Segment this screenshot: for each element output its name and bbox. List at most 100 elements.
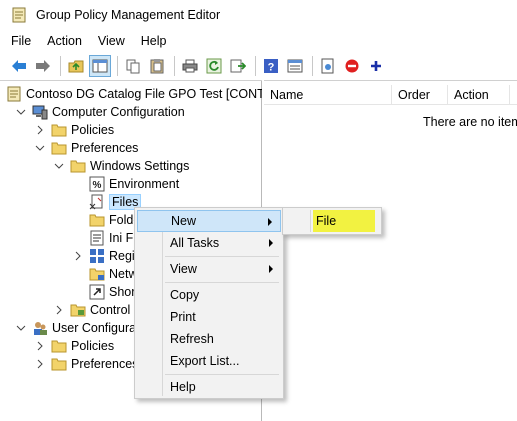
tree-node-environment[interactable]: % Environment bbox=[89, 175, 179, 193]
list-header: Name Order Action bbox=[264, 84, 517, 105]
tree-node-registry[interactable]: Regis bbox=[73, 247, 141, 265]
collapse-chevron-icon[interactable] bbox=[35, 143, 45, 153]
expand-chevron-icon[interactable] bbox=[73, 251, 83, 261]
new-submenu: File bbox=[282, 207, 382, 235]
column-header-action[interactable]: Action bbox=[448, 84, 510, 105]
title-bar: Group Policy Management Editor bbox=[0, 0, 517, 30]
menu-item-copy[interactable]: Copy bbox=[137, 284, 281, 306]
network-share-icon bbox=[89, 266, 105, 282]
block-button[interactable] bbox=[341, 55, 363, 77]
tree-node-label: Shor bbox=[109, 285, 136, 299]
print-icon bbox=[182, 59, 198, 72]
tree-node-control-panel-settings[interactable]: Control bbox=[54, 301, 130, 319]
tree-node-network-shares[interactable]: Netw bbox=[89, 265, 137, 283]
menu-action[interactable]: Action bbox=[47, 34, 82, 48]
export-list-button[interactable] bbox=[227, 55, 249, 77]
tree-node-ini-files[interactable]: Ini Fi bbox=[89, 229, 136, 247]
menu-separator bbox=[165, 256, 279, 257]
tree-node-folders[interactable]: Folde bbox=[89, 211, 140, 229]
folder-icon bbox=[89, 212, 105, 228]
menu-view[interactable]: View bbox=[98, 34, 125, 48]
forward-button[interactable] bbox=[32, 55, 54, 77]
expand-chevron-icon[interactable] bbox=[35, 125, 45, 135]
computer-icon bbox=[32, 104, 48, 120]
paste-button[interactable] bbox=[146, 55, 168, 77]
expand-chevron-icon[interactable] bbox=[35, 341, 45, 351]
submenu-item-file[interactable]: File bbox=[313, 210, 375, 232]
forward-arrow-icon bbox=[36, 59, 50, 72]
add-button[interactable] bbox=[365, 55, 387, 77]
svg-text:%: % bbox=[93, 180, 102, 191]
up-folder-icon bbox=[68, 60, 84, 72]
menu-item-help[interactable]: Help bbox=[137, 376, 281, 398]
tree-node-gpo-root[interactable]: Contoso DG Catalog File GPO Test [CONTC bbox=[6, 85, 262, 103]
refresh-button[interactable] bbox=[203, 55, 225, 77]
tree-node-user-policies[interactable]: Policies bbox=[35, 337, 114, 355]
column-header-order[interactable]: Order bbox=[392, 84, 448, 105]
copy-button[interactable] bbox=[122, 55, 144, 77]
control-panel-folder-icon bbox=[70, 302, 86, 318]
back-button[interactable] bbox=[8, 55, 30, 77]
menu-item-new[interactable]: New bbox=[137, 210, 281, 232]
tree-node-policies[interactable]: Policies bbox=[35, 121, 114, 139]
tree-node-preferences[interactable]: Preferences bbox=[35, 139, 138, 157]
expand-chevron-icon[interactable] bbox=[35, 359, 45, 369]
environment-icon: % bbox=[89, 176, 105, 192]
menu-item-export-list[interactable]: Export List... bbox=[137, 350, 281, 372]
add-icon bbox=[371, 60, 381, 71]
menu-item-label: View bbox=[170, 262, 197, 276]
submenu-arrow-icon bbox=[269, 265, 273, 273]
expand-chevron-icon[interactable] bbox=[54, 305, 64, 315]
collapse-chevron-icon[interactable] bbox=[16, 323, 26, 333]
tree-node-label: Control bbox=[90, 303, 131, 317]
menu-gutter bbox=[310, 210, 311, 232]
toolbar: ? bbox=[0, 52, 517, 79]
properties-button[interactable] bbox=[284, 55, 306, 77]
context-menu: New All Tasks View Copy Print Refresh Ex… bbox=[134, 207, 284, 399]
export-list-icon bbox=[230, 59, 246, 72]
details-pane[interactable]: Name Order Action There are no items bbox=[264, 80, 517, 421]
shortcut-icon bbox=[89, 284, 105, 300]
collapse-chevron-icon[interactable] bbox=[54, 161, 64, 171]
collapse-chevron-icon[interactable] bbox=[16, 107, 26, 117]
refresh-icon bbox=[206, 58, 222, 73]
menu-item-refresh[interactable]: Refresh bbox=[137, 328, 281, 350]
menu-help[interactable]: Help bbox=[141, 34, 167, 48]
menu-item-label: New bbox=[171, 214, 197, 228]
tree-node-label: Policies bbox=[71, 123, 115, 137]
back-arrow-icon bbox=[12, 59, 26, 72]
menu-item-view[interactable]: View bbox=[137, 258, 281, 280]
menu-item-label: Print bbox=[170, 310, 196, 324]
new-item-button[interactable] bbox=[317, 55, 339, 77]
show-hide-console-tree-button[interactable] bbox=[89, 54, 111, 77]
tree-node-user-preferences[interactable]: Preferences bbox=[35, 355, 138, 373]
menu-item-label: Export List... bbox=[170, 354, 240, 368]
tree-node-label: Preferences bbox=[71, 357, 139, 371]
help-button[interactable]: ? bbox=[260, 55, 282, 77]
menu-item-print[interactable]: Print bbox=[137, 306, 281, 328]
menu-item-label: All Tasks bbox=[170, 236, 220, 250]
show-hide-tree-icon bbox=[92, 59, 108, 72]
folder-icon bbox=[51, 140, 67, 156]
tree-node-user-configuration[interactable]: User Configurati bbox=[16, 319, 142, 337]
tree-node-label: Ini Fi bbox=[109, 231, 137, 245]
tree-node-label: Preferences bbox=[71, 141, 139, 155]
menu-item-label: Help bbox=[170, 380, 196, 394]
up-one-level-button[interactable] bbox=[65, 55, 87, 77]
menu-file[interactable]: File bbox=[11, 34, 31, 48]
folder-icon bbox=[51, 122, 67, 138]
tree-node-computer-configuration[interactable]: Computer Configuration bbox=[16, 103, 185, 121]
print-button[interactable] bbox=[179, 55, 201, 77]
tree-node-shortcuts[interactable]: Shor bbox=[89, 283, 135, 301]
app-icon bbox=[12, 7, 26, 23]
column-header-name[interactable]: Name bbox=[264, 84, 392, 105]
ini-file-icon bbox=[89, 230, 105, 246]
menu-item-all-tasks[interactable]: All Tasks bbox=[137, 232, 281, 254]
tree-node-windows-settings[interactable]: Windows Settings bbox=[54, 157, 189, 175]
folder-icon bbox=[51, 356, 67, 372]
copy-icon bbox=[126, 59, 140, 73]
empty-list-message: There are no items bbox=[423, 115, 517, 129]
tree-node-label: Policies bbox=[71, 339, 115, 353]
toolbar-separator bbox=[312, 55, 313, 76]
document-icon bbox=[6, 86, 22, 102]
